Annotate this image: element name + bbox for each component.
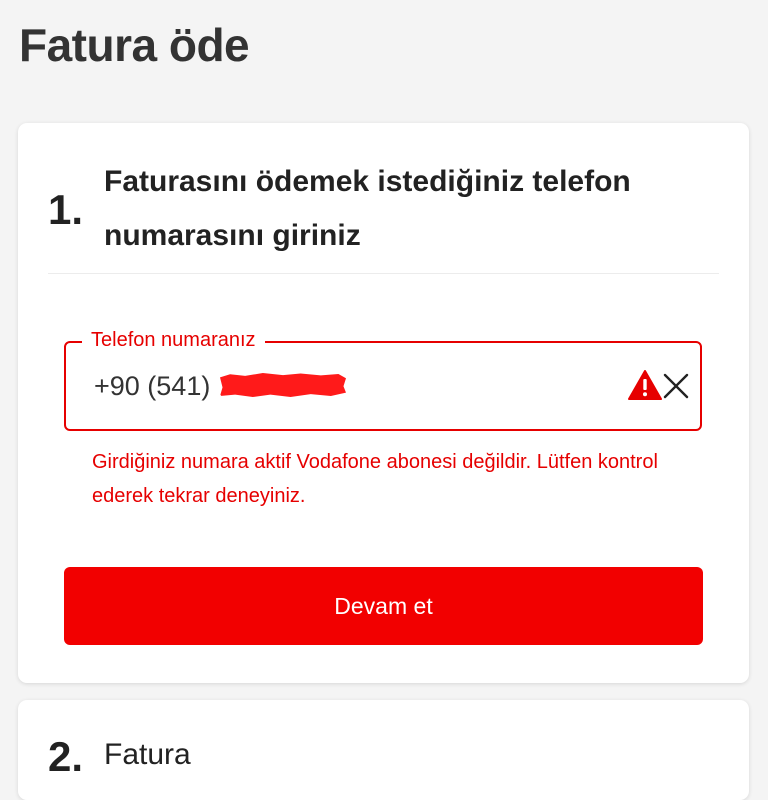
- step-title: Fatura: [104, 738, 191, 771]
- continue-button[interactable]: Devam et: [64, 567, 703, 645]
- step-title: Faturasını ödemek istediğiniz telefon nu…: [104, 165, 631, 252]
- redaction-mark: [220, 373, 346, 397]
- step-2-card: 2. Fatura: [18, 700, 749, 800]
- step-number: 2.: [48, 733, 84, 780]
- step-1-card: 1. Faturasını ödemek istediğiniz telefon…: [18, 123, 749, 683]
- warning-icon: [628, 370, 662, 400]
- phone-input[interactable]: [94, 367, 594, 405]
- step-number: 1.: [48, 186, 84, 233]
- phone-field-label: Telefon numaranız: [82, 327, 265, 353]
- close-icon[interactable]: [662, 372, 690, 400]
- error-message: Girdiğiniz numara aktif Vodafone abonesi…: [92, 451, 658, 507]
- page-title: Fatura öde: [19, 19, 250, 71]
- divider: [48, 273, 719, 274]
- phone-field: Telefon numaranız: [64, 327, 702, 431]
